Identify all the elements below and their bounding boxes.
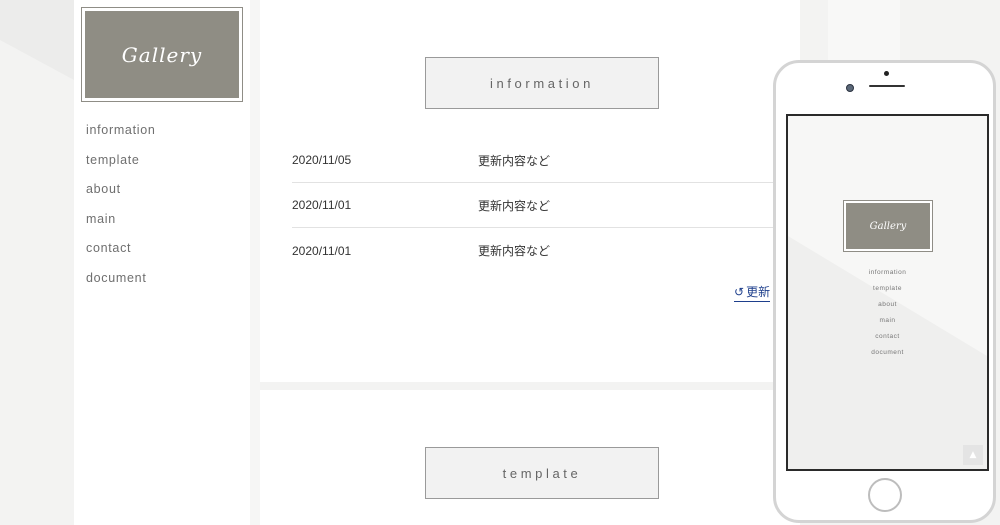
section-heading-template: template [425, 447, 659, 499]
section-heading-information: information [425, 57, 659, 109]
template-section: template [260, 390, 800, 525]
news-date: 2020/11/05 [292, 153, 352, 167]
history-icon: ↺ [734, 285, 745, 299]
information-section: information 2020/11/05 更新内容など 2020/11/01… [260, 0, 812, 382]
news-text: 更新内容など [478, 153, 551, 168]
scroll-top-button[interactable]: ▲ [963, 445, 983, 465]
phone-speaker [869, 85, 905, 87]
news-text: 更新内容など [478, 198, 551, 213]
sidebar-nav: information template about main contact … [86, 122, 156, 300]
update-history-link[interactable]: ↺ 更新 [734, 283, 771, 302]
phone-nav-item-template[interactable]: template [788, 284, 987, 300]
news-row: 2020/11/01 更新内容など [292, 228, 812, 273]
sidebar-item-about[interactable]: about [86, 181, 156, 211]
sidebar-item-contact[interactable]: contact [86, 240, 156, 270]
news-row: 2020/11/01 更新内容など [292, 183, 812, 228]
logo-text: Gallery [121, 42, 203, 67]
update-history-label: 更新 [746, 285, 771, 299]
news-list: 2020/11/05 更新内容など 2020/11/01 更新内容など 2020… [292, 138, 812, 273]
chevron-up-icon: ▲ [969, 450, 977, 460]
sidebar: Gallery information template about main … [74, 0, 250, 525]
news-text: 更新内容など [478, 244, 551, 258]
site-logo[interactable]: Gallery [81, 7, 243, 102]
phone-logo-text: Gallery [869, 220, 907, 232]
phone-nav-item-information[interactable]: information [788, 268, 987, 284]
news-row: 2020/11/05 更新内容など [292, 138, 812, 183]
news-date: 2020/11/01 [292, 243, 352, 258]
logo-background: Gallery [85, 11, 239, 98]
news-date: 2020/11/01 [292, 198, 352, 212]
phone-sensor-dot [884, 71, 889, 76]
sidebar-item-document[interactable]: document [86, 270, 156, 300]
phone-site-logo[interactable]: Gallery [843, 200, 933, 252]
phone-nav-item-contact[interactable]: contact [788, 332, 987, 348]
phone-nav: information template about main contact … [788, 268, 987, 364]
phone-nav-item-document[interactable]: document [788, 348, 987, 364]
phone-nav-item-about[interactable]: about [788, 300, 987, 316]
phone-logo-background: Gallery [846, 203, 930, 249]
sidebar-item-information[interactable]: information [86, 122, 156, 152]
phone-home-button [868, 478, 902, 512]
phone-nav-item-main[interactable]: main [788, 316, 987, 332]
phone-screen: Gallery information template about main … [786, 114, 989, 471]
phone-mockup: Gallery information template about main … [773, 60, 996, 523]
sidebar-item-main[interactable]: main [86, 211, 156, 241]
camera-icon [846, 84, 854, 92]
sidebar-item-template[interactable]: template [86, 152, 156, 182]
